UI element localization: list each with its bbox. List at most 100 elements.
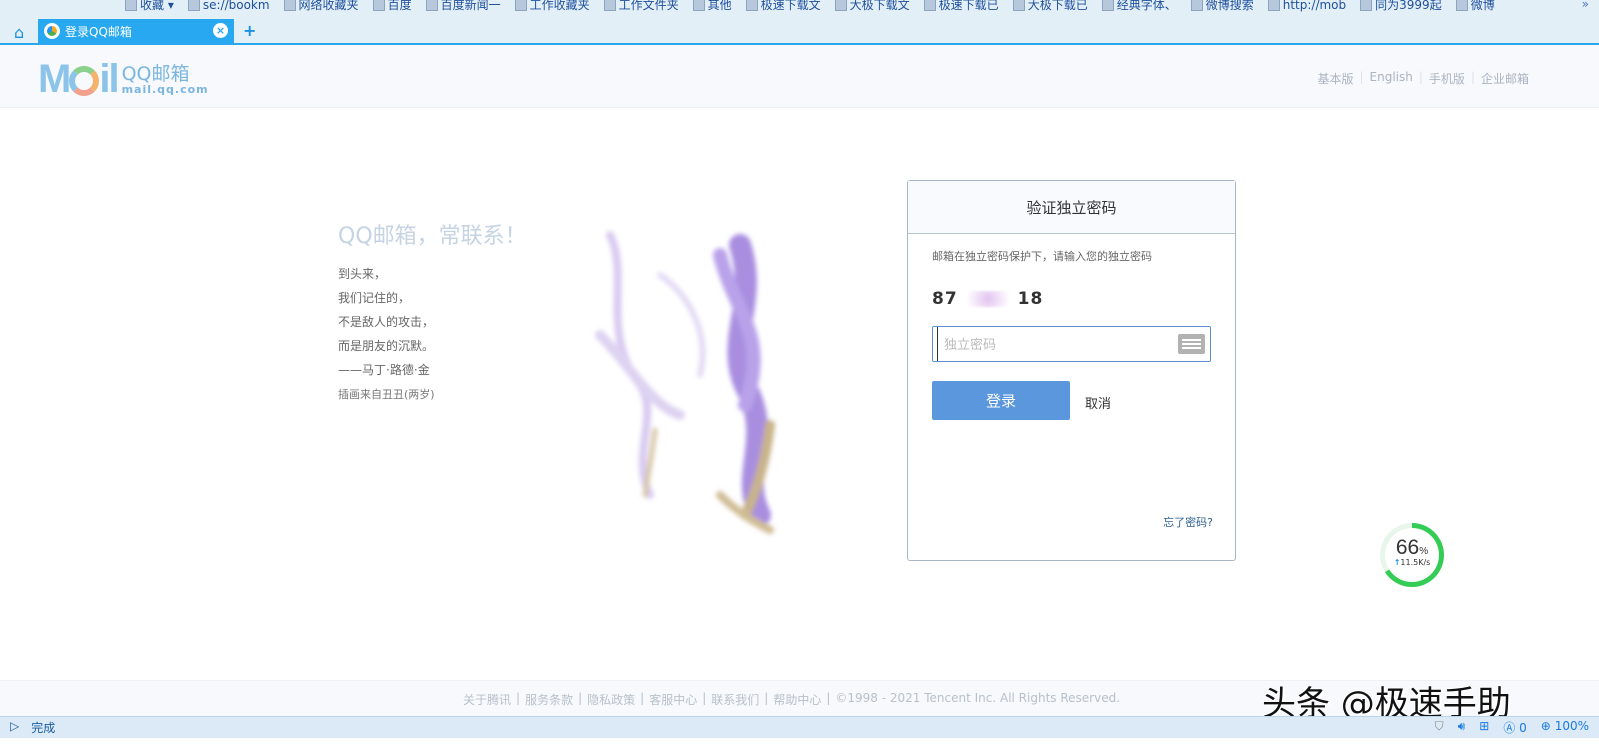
top-links: 基本版 | English | 手机版 | 企业邮箱 [1317,70,1529,87]
divider: | [826,691,831,705]
bookmark-item[interactable]: se://bookm [187,0,270,13]
link-mobile[interactable]: 手机版 [1429,70,1465,87]
divider: | [1359,70,1364,84]
illustration-credit: 插画来自丑丑(两岁) [338,388,435,401]
bookmark-icon [1455,0,1468,11]
poem-line: 不是敌人的攻击， [338,315,435,329]
divider: | [640,691,645,705]
bookmark-item[interactable]: 工作收藏夹 [514,0,590,13]
qq-mail-favicon-icon [44,23,60,39]
divider: | [1418,70,1423,84]
verify-password-card: 验证独立密码 邮箱在独立密码保护下，请输入您的独立密码 87 18 登录 取消 忘… [907,180,1236,561]
password-input[interactable] [937,327,1167,361]
password-field[interactable] [932,326,1211,362]
bookmark-item[interactable]: 极速下载已 [923,0,999,13]
bookmark-item[interactable]: 微博搜索 [1190,0,1254,13]
footer-link[interactable]: 联系我们 [711,691,759,708]
status-text: 完成 [31,721,56,735]
card-title: 验证独立密码 [908,181,1235,234]
status-bar: ▷ 完成 ⛉ 🔊︎ ⊞ Ⓐ 0 ⊕ 100% [0,716,1599,738]
bookmark-icon [745,0,758,11]
cancel-link[interactable]: 取消 [1085,393,1111,412]
zoom-control[interactable]: ⊕ 100% [1541,719,1589,736]
ad-block-icon: Ⓐ [1503,721,1516,735]
poem-author: ——马丁·路德·金 [338,363,430,377]
link-basic[interactable]: 基本版 [1317,70,1353,87]
poem-line: 而是朋友的沉默。 [338,339,435,353]
child-drawing-illustration [595,231,775,534]
bookmarks-bar: 收藏 ▾ se://bookm 网络收藏夹 百度 百度新闻一 工作收藏夹 工作文件夹 其他 极速… [0,0,1599,15]
bookmark-item[interactable]: 同为3999起 [1360,0,1442,13]
slogan: QQ邮箱，常联系！ [338,224,527,249]
bookmark-icon [1012,0,1025,11]
bookmark-item[interactable]: 其他 [692,0,732,13]
tab-bar: ⌂ 登录QQ邮箱 × + [0,15,1599,45]
bookmark-icon [1101,0,1114,11]
divider: | [578,691,583,705]
forgot-password-link[interactable]: 忘了密码? [1163,514,1213,530]
qq-penguin-icon [69,66,100,97]
moil-logo: Mil [38,57,120,101]
divider: | [702,691,707,705]
bookmark-item[interactable]: 网络收藏夹 [283,0,359,13]
footer-link[interactable]: 客服中心 [649,691,697,708]
tab-qq-mail[interactable]: 登录QQ邮箱 × [38,19,234,43]
link-english[interactable]: English [1370,70,1413,87]
bookmark-item[interactable]: 大极下载已 [1012,0,1088,13]
footer-link[interactable]: 服务条款 [525,691,573,708]
speed-rate: ↑11.5K/s [1393,558,1431,567]
bookmark-icon [372,0,385,11]
network-speed-widget[interactable]: 66% ↑11.5K/s [1380,523,1444,587]
divider: | [764,691,769,705]
bookmark-icon [923,0,936,11]
speaker-icon[interactable]: 🔊︎ [1458,719,1466,736]
footer-link[interactable]: 关于腾讯 [463,691,511,708]
toolbox-icon[interactable]: ⊞ [1479,719,1489,736]
tab-close-icon[interactable]: × [213,23,228,38]
bookmark-icon [692,0,705,11]
card-hint: 邮箱在独立密码保护下，请输入您的独立密码 [932,250,1152,263]
new-tab-button[interactable]: + [243,21,256,40]
bookmark-item[interactable]: 收藏 ▾ [125,0,174,13]
bookmark-icon [1267,0,1280,11]
bookmark-icon [514,0,527,11]
bookmark-item[interactable]: 微博 [1455,0,1495,13]
qq-mail-logo[interactable]: Mil QQ邮箱 mail.qq.com [38,57,209,102]
bookmark-icon [187,0,200,11]
footer-link[interactable]: 隐私政策 [587,691,635,708]
sidebar-toggle-icon[interactable]: ▷ [10,719,19,736]
bookmark-icon [1190,0,1203,11]
account-number: 87 18 [932,289,1044,309]
zoom-icon: ⊕ [1540,719,1551,733]
bookmark-item[interactable]: 工作文件夹 [603,0,679,13]
bookmark-item[interactable]: 大极下载文 [834,0,910,13]
logo-cn: QQ邮箱 [121,62,190,85]
bookmark-item[interactable]: 经典字体、 [1101,0,1177,13]
bookmark-item[interactable]: 极速下载文 [745,0,821,13]
site-header: Mil QQ邮箱 mail.qq.com 基本版 | English | 手机版 | 企… [0,45,1599,108]
speed-percent: 66% [1395,536,1429,559]
tab-title: 登录QQ邮箱 [65,24,132,39]
home-icon[interactable]: ⌂ [14,23,24,42]
ad-block[interactable]: Ⓐ 0 [1503,719,1526,736]
logo-domain: mail.qq.com [121,82,209,96]
divider: | [1470,70,1475,84]
copyright: ©1998 - 2021 Tencent Inc. All Rights Res… [835,691,1121,705]
shield-icon[interactable]: ⛉ [1435,719,1444,736]
poem-line: 到头来， [338,267,387,281]
bookmark-icon [1360,0,1373,11]
poem-line: 我们记住的， [338,291,411,305]
bookmark-item[interactable]: http://mob [1267,0,1346,13]
bookmark-icon [603,0,616,11]
bookmark-item[interactable]: 百度 [372,0,412,13]
footer-link[interactable]: 帮助中心 [773,691,821,708]
masked-digits [957,291,1018,307]
window-bottom [0,738,1599,753]
bookmark-item[interactable]: 百度新闻一 [425,0,501,13]
bookmarks-more-button[interactable]: » [1582,0,1589,11]
link-enterprise[interactable]: 企业邮箱 [1481,70,1529,87]
login-button[interactable]: 登录 [932,381,1070,420]
virtual-keyboard-icon[interactable] [1178,334,1205,354]
poem: 到头来， 我们记住的， 不是敌人的攻击， 而是朋友的沉默。 ——马丁·路德·金 [338,262,434,382]
bookmark-icon [425,0,438,11]
